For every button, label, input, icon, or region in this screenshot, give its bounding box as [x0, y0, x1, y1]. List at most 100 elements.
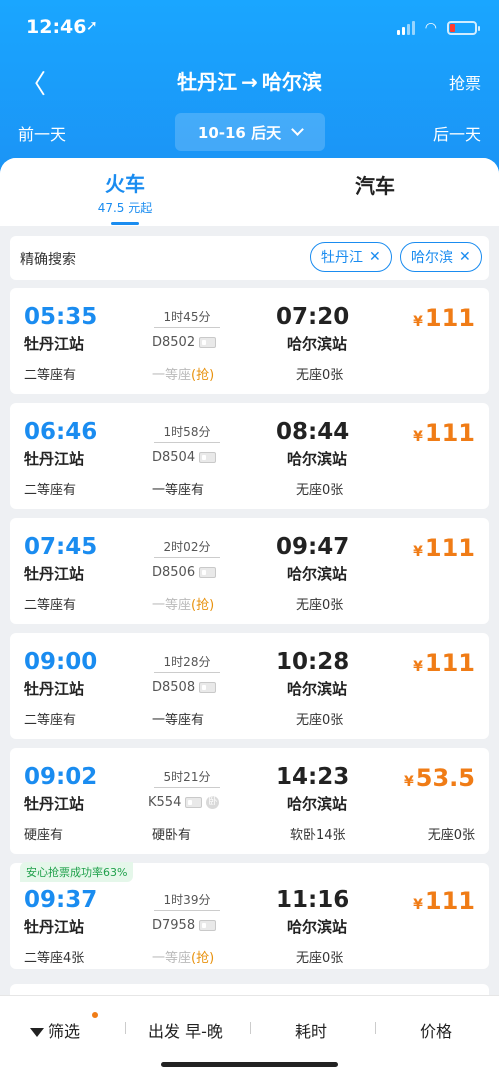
- seat-soft-sleeper: 软卧14张: [290, 828, 346, 843]
- tab-train[interactable]: 火车 47.5 元起: [75, 168, 175, 225]
- train-card[interactable]: 09:00 牡丹江站 1时28分 D8508 10:28 哈尔滨站 ¥111 二…: [10, 633, 489, 739]
- sort-departure-button[interactable]: 出发 早-晚: [148, 1018, 223, 1042]
- duration-line: [154, 557, 220, 558]
- train-number-text: D8504: [152, 450, 196, 465]
- seat-second-class: 二等座有: [24, 598, 77, 613]
- seat-first-class: 一等座(抢): [152, 947, 214, 966]
- arrival-station: 哈尔滨站: [287, 795, 348, 813]
- divider: [250, 1022, 251, 1034]
- train-number: D8502: [152, 335, 217, 350]
- departure-station: 牡丹江站: [24, 450, 85, 468]
- signal-icon: [396, 21, 415, 35]
- battery-icon: [447, 21, 480, 35]
- price-value: 111: [424, 304, 475, 332]
- duration: 2时02分: [163, 540, 211, 554]
- arrival-station: 哈尔滨站: [287, 680, 348, 698]
- train-number: D8506: [152, 565, 217, 580]
- duration: 1时45分: [163, 310, 211, 324]
- seat-standing: 无座0张: [296, 598, 344, 613]
- from-city: 牡丹江: [177, 70, 238, 94]
- train-number: D7958: [152, 918, 217, 933]
- seat-standing: 无座0张: [296, 368, 344, 383]
- duration-line: [154, 442, 220, 443]
- results-panel: 火车 47.5 元起 汽车 精确搜索 牡丹江 ✕ 哈尔滨 ✕ 05:35 牡丹江…: [0, 158, 499, 1080]
- seat-first-class-text: 一等座: [152, 951, 192, 966]
- currency-symbol: ¥: [413, 897, 423, 913]
- id-card-icon: [185, 797, 203, 808]
- tab-train-price: 47.5 元起: [97, 201, 153, 215]
- duration: 1时39分: [163, 893, 211, 907]
- wifi-icon: ◠: [424, 20, 437, 36]
- price: ¥53.5: [404, 764, 475, 792]
- current-date: 10-16 后天: [197, 123, 282, 142]
- nav-bar: 〈 牡丹江 → 哈尔滨 抢票: [0, 62, 499, 100]
- prev-day-button[interactable]: 前一天: [18, 121, 66, 145]
- id-card-icon: [199, 682, 217, 693]
- departure-time: 05:35: [24, 304, 98, 330]
- train-card[interactable]: 05:35 牡丹江站 1时45分 D8502 07:20 哈尔滨站 ¥111 二…: [10, 288, 489, 394]
- arrival-time: 11:16: [276, 887, 350, 913]
- train-number-text: D8502: [152, 335, 196, 350]
- seat-hard-sleeper: 硬卧有: [152, 824, 191, 843]
- train-number-text: D8508: [152, 680, 196, 695]
- filter-button[interactable]: 筛选: [30, 1018, 80, 1042]
- seat-first-class: 一等座(抢): [152, 594, 214, 613]
- seat-standing: 无座0张: [296, 483, 344, 498]
- seat-first-class: 一等座有: [152, 709, 204, 728]
- next-day-button[interactable]: 后一天: [433, 121, 481, 145]
- date-selector: 前一天 10-16 后天 后一天: [0, 113, 499, 153]
- train-card[interactable]: 安心抢票成功率63% 09:37 牡丹江站 1时39分 D7958 11:16 …: [10, 862, 489, 969]
- arrival-time: 07:20: [276, 304, 350, 330]
- arrival-time: 09:47: [276, 534, 350, 560]
- price-value: 53.5: [415, 764, 475, 792]
- grab-tag: (抢): [191, 951, 215, 966]
- filter-icon: [30, 1028, 44, 1037]
- price: ¥111: [413, 887, 475, 915]
- route-arrow-icon: →: [241, 70, 258, 94]
- price: ¥111: [413, 534, 475, 562]
- seat-second-class: 二等座有: [24, 483, 77, 498]
- price: ¥111: [413, 304, 475, 332]
- close-icon[interactable]: ✕: [459, 249, 471, 265]
- sort-price-button[interactable]: 价格: [420, 1018, 452, 1042]
- id-card-icon: [199, 337, 217, 348]
- divider: [125, 1022, 126, 1034]
- train-card[interactable]: 09:02 牡丹江站 5时21分 K554 卧 14:23 哈尔滨站 ¥53.5 …: [10, 748, 489, 854]
- train-card[interactable]: 06:46 牡丹江站 1时58分 D8504 08:44 哈尔滨站 ¥111 二…: [10, 403, 489, 509]
- seat-hard-seat: 硬座有: [24, 828, 64, 843]
- currency-symbol: ¥: [413, 659, 423, 675]
- grab-success-badge: 安心抢票成功率63%: [20, 862, 134, 882]
- sort-duration-button[interactable]: 耗时: [295, 1018, 327, 1042]
- chip-from-city[interactable]: 牡丹江 ✕: [310, 242, 392, 272]
- currency-symbol: ¥: [404, 774, 414, 790]
- duration-line: [154, 327, 220, 328]
- currency-symbol: ¥: [413, 544, 423, 560]
- arrival-station: 哈尔滨站: [287, 565, 348, 583]
- tab-active-indicator: [111, 222, 139, 225]
- train-number: D8504: [152, 450, 217, 465]
- tab-bus[interactable]: 汽车: [325, 170, 425, 199]
- seat-hard-sleeper-text: 硬卧有: [152, 828, 192, 843]
- grab-tag: (抢): [191, 368, 215, 383]
- date-picker[interactable]: 10-16 后天: [175, 113, 325, 151]
- departure-station: 牡丹江站: [24, 335, 85, 353]
- arrival-station: 哈尔滨站: [287, 450, 348, 468]
- seat-first-class-text: 一等座有: [152, 713, 205, 728]
- departure-station: 牡丹江站: [24, 795, 85, 813]
- arrival-time: 08:44: [276, 419, 350, 445]
- chip-label: 牡丹江: [321, 250, 363, 266]
- close-icon[interactable]: ✕: [369, 249, 381, 265]
- divider: [375, 1022, 376, 1034]
- train-card[interactable]: 07:45 牡丹江站 2时02分 D8506 09:47 哈尔滨站 ¥111 二…: [10, 518, 489, 624]
- grab-ticket-button[interactable]: 抢票: [449, 70, 481, 94]
- arrival-time: 10:28: [276, 649, 350, 675]
- departure-station: 牡丹江站: [24, 918, 85, 936]
- departure-time: 09:00: [24, 649, 98, 675]
- chip-to-city[interactable]: 哈尔滨 ✕: [400, 242, 482, 272]
- train-number-text: D8506: [152, 565, 196, 580]
- status-indicators: ◠: [396, 20, 480, 36]
- duration-line: [154, 787, 220, 788]
- seat-first-class: 一等座(抢): [152, 364, 214, 383]
- departure-station: 牡丹江站: [24, 565, 85, 583]
- departure-station: 牡丹江站: [24, 680, 85, 698]
